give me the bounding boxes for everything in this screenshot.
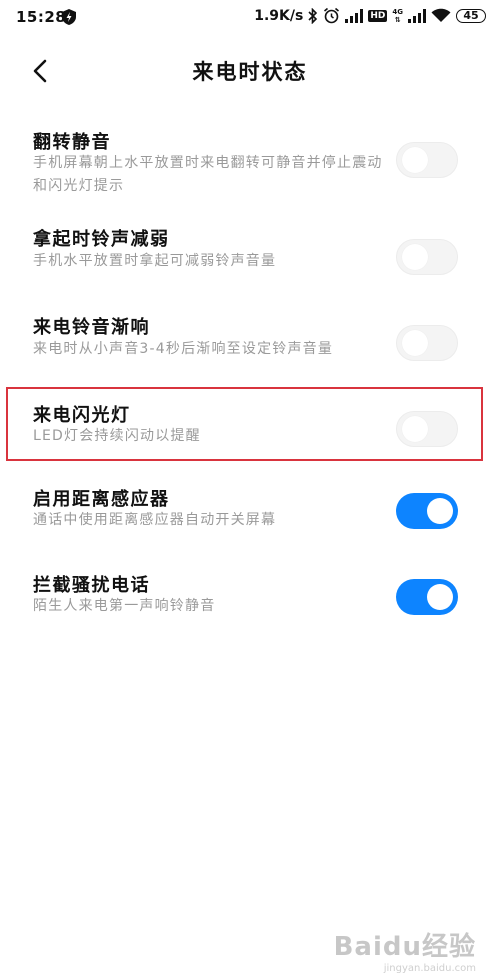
settings-list: 翻转静音 手机屏幕朝上水平放置时来电翻转可静音并停止震动和闪光灯提示 拿起时铃声… <box>0 110 500 637</box>
setting-description: 手机水平放置时拿起可减弱铃声音量 <box>33 253 277 269</box>
battery-indicator: 45 <box>456 8 486 23</box>
setting-description: 通话中使用距离感应器自动开关屏幕 <box>33 512 277 528</box>
flip-mute-toggle[interactable] <box>396 142 458 178</box>
title-bar: 来电时状态 <box>0 48 500 94</box>
setting-description: 陌生人来电第一声响铃静音 <box>33 598 216 614</box>
network-type: 4G ⇅ <box>392 8 403 24</box>
setting-block-harassment[interactable]: 拦截骚扰电话 陌生人来电第一声响铃静音 <box>0 551 500 637</box>
setting-ring-crescendo[interactable]: 来电铃音渐响 来电时从小声音3-4秒后渐响至设定铃声音量 <box>0 295 500 379</box>
wifi-icon <box>431 8 451 22</box>
toggle-knob <box>402 147 428 173</box>
shield-bolt-icon <box>62 9 76 25</box>
page-title: 来电时状态 <box>192 60 308 84</box>
setting-title: 拦截骚扰电话 <box>33 575 150 596</box>
setting-flip-mute[interactable]: 翻转静音 手机屏幕朝上水平放置时来电翻转可静音并停止震动和闪光灯提示 <box>0 110 500 205</box>
watermark-logo: Baidu经验 <box>333 932 476 962</box>
setting-description: 来电时从小声音3-4秒后渐响至设定铃声音量 <box>33 341 334 357</box>
setting-description: 手机屏幕朝上水平放置时来电翻转可静音并停止震动和闪光灯提示 <box>33 155 383 194</box>
watermark: Baidu经验 jingyan.baidu.com <box>334 926 476 974</box>
status-icons: 1.9K/s HD 4G ⇅ 45 <box>254 7 486 24</box>
setting-title: 翻转静音 <box>33 132 111 153</box>
watermark-url: jingyan.baidu.com <box>383 963 476 974</box>
setting-title: 启用距离感应器 <box>33 489 170 510</box>
setting-title: 来电铃音渐响 <box>33 317 150 338</box>
status-time: 15:28 <box>16 8 67 26</box>
bluetooth-icon <box>308 7 318 24</box>
status-bar: 15:28 1.9K/s HD 4G ⇅ 45 <box>0 0 500 36</box>
proximity-sensor-toggle[interactable] <box>396 493 458 529</box>
net-speed: 1.9K/s <box>254 7 304 24</box>
setting-pickup-reduce[interactable]: 拿起时铃声减弱 手机水平放置时拿起可减弱铃声音量 <box>0 205 500 295</box>
data-arrows-icon: ⇅ <box>394 15 401 24</box>
alarm-icon <box>324 7 340 24</box>
toggle-knob <box>402 330 428 356</box>
signal-icon-2 <box>408 8 426 23</box>
highlight-annotation-box <box>6 387 483 461</box>
pickup-reduce-toggle[interactable] <box>396 239 458 275</box>
network-type-label: 4G <box>392 7 403 16</box>
block-harassment-toggle[interactable] <box>396 579 458 615</box>
signal-icon <box>345 8 364 23</box>
toggle-knob <box>402 244 428 270</box>
toggle-knob <box>427 584 453 610</box>
battery-level: 45 <box>463 9 479 22</box>
setting-title: 拿起时铃声减弱 <box>33 229 170 250</box>
toggle-knob <box>427 498 453 524</box>
ring-crescendo-toggle[interactable] <box>396 325 458 361</box>
hd-badge: HD <box>368 9 388 22</box>
setting-proximity-sensor[interactable]: 启用距离感应器 通话中使用距离感应器自动开关屏幕 <box>0 465 500 551</box>
